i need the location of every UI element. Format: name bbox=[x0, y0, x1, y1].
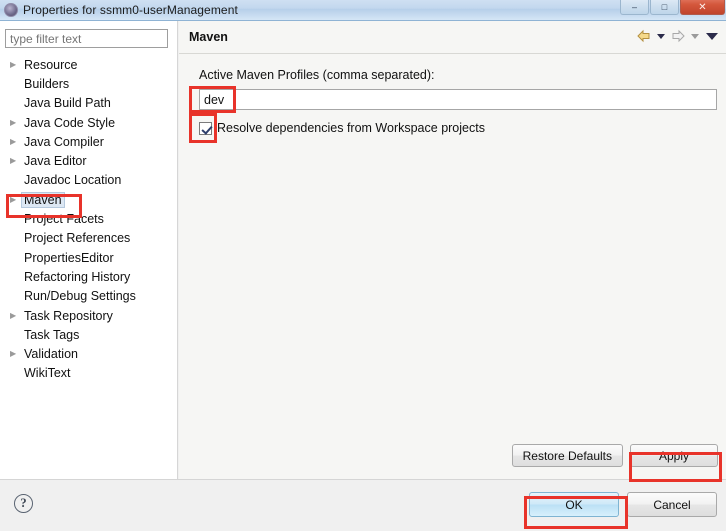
back-dropdown-icon[interactable] bbox=[657, 33, 665, 39]
cancel-button[interactable]: Cancel bbox=[627, 492, 717, 517]
expand-triangle-icon[interactable]: ▶ bbox=[10, 60, 21, 69]
maven-settings-body: Active Maven Profiles (comma separated):… bbox=[179, 54, 726, 478]
forward-dropdown-icon bbox=[691, 33, 699, 39]
sidebar-item-java-code-style[interactable]: ▶ Java Code Style bbox=[0, 113, 178, 132]
restore-defaults-button[interactable]: Restore Defaults bbox=[511, 444, 623, 467]
sidebar-item-label: Builders bbox=[24, 76, 70, 91]
sidebar-item-project-facets[interactable]: Project Facets bbox=[0, 209, 178, 228]
settings-tree: ▶ Resource Builders Java Build Path ▶ Java Co… bbox=[0, 55, 178, 479]
sidebar-item-java-editor[interactable]: ▶ Java Editor bbox=[0, 151, 178, 170]
dialog-footer: ? OK Cancel bbox=[0, 479, 726, 531]
sidebar-item-task-tags[interactable]: Task Tags bbox=[0, 325, 178, 344]
settings-content-panel: Maven Active Maven Profiles (comma separ… bbox=[179, 21, 726, 479]
active-profiles-input[interactable] bbox=[199, 89, 717, 110]
sidebar-item-task-repository[interactable]: ▶ Task Repository bbox=[0, 306, 178, 325]
minimize-button[interactable]: – bbox=[620, 0, 649, 15]
close-button[interactable]: ✕ bbox=[680, 0, 725, 15]
sidebar-item-java-build-path[interactable]: Java Build Path bbox=[0, 94, 178, 113]
sidebar-item-label: Validation bbox=[24, 347, 78, 362]
sidebar-item-label: Resource bbox=[24, 57, 78, 72]
filter-input[interactable] bbox=[5, 29, 168, 48]
sidebar-item-project-references[interactable]: Project References bbox=[0, 229, 178, 248]
content-header: Maven bbox=[179, 21, 726, 54]
sidebar-item-label: Java Compiler bbox=[24, 134, 104, 149]
expand-triangle-icon[interactable]: ▶ bbox=[10, 195, 21, 204]
sidebar-item-label: Project References bbox=[24, 231, 131, 246]
minimize-icon: – bbox=[631, 2, 637, 12]
sidebar-item-label: Maven bbox=[21, 191, 65, 208]
sidebar-item-label: Java Editor bbox=[24, 154, 87, 169]
eclipse-properties-icon bbox=[4, 3, 18, 17]
page-title: Maven bbox=[189, 30, 228, 44]
sidebar-item-label: Run/Debug Settings bbox=[24, 289, 136, 304]
resolve-dependencies-label: Resolve dependencies from Workspace proj… bbox=[217, 121, 485, 135]
expand-triangle-icon[interactable]: ▶ bbox=[10, 118, 21, 127]
window-controls: – □ ✕ bbox=[619, 0, 725, 15]
sidebar-item-resource[interactable]: ▶ Resource bbox=[0, 55, 178, 74]
sidebar-item-label: Task Repository bbox=[24, 308, 113, 323]
maximize-button[interactable]: □ bbox=[650, 0, 679, 15]
sidebar-item-run-debug-settings[interactable]: Run/Debug Settings bbox=[0, 287, 178, 306]
sidebar-item-maven[interactable]: ▶ Maven bbox=[0, 190, 178, 209]
title-bar: Properties for ssmm0-userManagement – □ … bbox=[0, 0, 726, 21]
sidebar-item-label: Project Facets bbox=[24, 212, 104, 227]
sidebar-item-refactoring-history[interactable]: Refactoring History bbox=[0, 267, 178, 286]
maximize-icon: □ bbox=[661, 2, 668, 12]
sidebar-item-label: Refactoring History bbox=[24, 269, 131, 284]
sidebar-item-javadoc-location[interactable]: Javadoc Location bbox=[0, 171, 178, 190]
ok-button[interactable]: OK bbox=[529, 492, 619, 517]
sidebar-item-java-compiler[interactable]: ▶ Java Compiler bbox=[0, 132, 178, 151]
profiles-label: Active Maven Profiles (comma separated): bbox=[199, 68, 435, 82]
forward-arrow-icon bbox=[672, 29, 685, 43]
help-question-icon[interactable]: ? bbox=[14, 494, 33, 513]
dialog-action-buttons: OK Cancel bbox=[529, 492, 717, 517]
navigation-controls bbox=[636, 28, 720, 44]
apply-buttons-row: Restore Defaults Apply bbox=[511, 444, 718, 467]
properties-dialog: Properties for ssmm0-userManagement – □ … bbox=[0, 0, 726, 531]
sidebar-item-validation[interactable]: ▶ Validation bbox=[0, 344, 178, 363]
sidebar-item-label: Javadoc Location bbox=[24, 173, 122, 188]
page-menu-icon[interactable] bbox=[706, 32, 718, 40]
apply-button[interactable]: Apply bbox=[630, 444, 718, 467]
sidebar-item-label: PropertiesEditor bbox=[24, 250, 114, 265]
sidebar-item-label: Java Code Style bbox=[24, 115, 116, 130]
sidebar-item-propertieseditor[interactable]: PropertiesEditor bbox=[0, 248, 178, 267]
expand-triangle-icon[interactable]: ▶ bbox=[10, 137, 21, 146]
sidebar-item-builders[interactable]: Builders bbox=[0, 74, 178, 93]
window-title: Properties for ssmm0-userManagement bbox=[23, 3, 238, 17]
sidebar-item-wikitext[interactable]: WikiText bbox=[0, 364, 178, 383]
expand-triangle-icon[interactable]: ▶ bbox=[10, 350, 21, 358]
close-icon: ✕ bbox=[698, 2, 707, 13]
sidebar-item-label: Task Tags bbox=[24, 327, 80, 342]
resolve-dependencies-row[interactable]: Resolve dependencies from Workspace proj… bbox=[199, 119, 718, 137]
resolve-dependencies-checkbox[interactable] bbox=[199, 121, 212, 135]
expand-triangle-icon[interactable]: ▶ bbox=[10, 311, 21, 320]
settings-sidebar: ▶ResourceBuildersJava Build Path▶Java Co… bbox=[0, 21, 178, 479]
sidebar-item-label: Java Build Path bbox=[24, 96, 111, 111]
back-arrow-icon[interactable] bbox=[636, 28, 652, 44]
expand-triangle-icon[interactable]: ▶ bbox=[10, 157, 21, 165]
sidebar-item-label: WikiText bbox=[24, 366, 71, 381]
